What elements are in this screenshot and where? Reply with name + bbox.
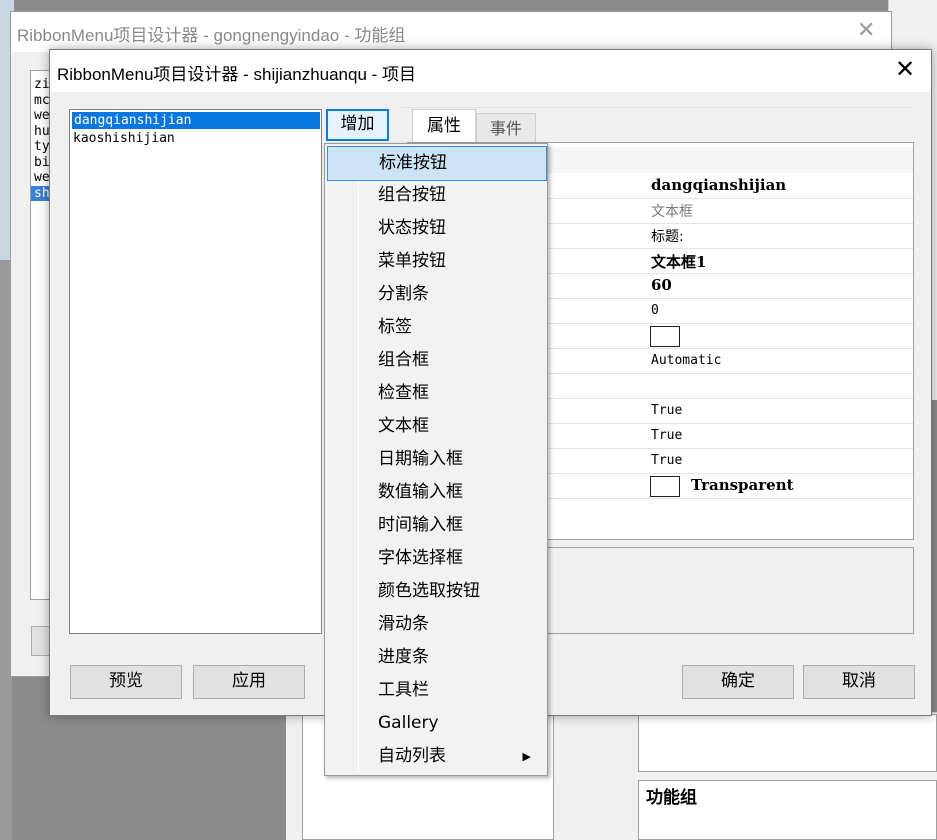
menu-item-label: 数值输入框 (378, 482, 463, 502)
color-swatch (650, 326, 680, 347)
preview-button[interactable]: 预览 (70, 665, 182, 699)
menu-item-label: 状态按钮 (378, 218, 446, 238)
property-value: 60 (651, 276, 672, 294)
menu-item-label: 日期输入框 (378, 449, 463, 469)
back-dialog-titlebar: RibbonMenu项目设计器 - gongnengyindao - 功能组 ✕ (11, 12, 891, 52)
apply-button[interactable]: 应用 (193, 665, 305, 699)
back-list-item[interactable]: we (34, 170, 50, 185)
menu-item-label: 工具栏 (378, 680, 429, 700)
back-list-item[interactable]: ty (34, 139, 50, 154)
menu-item-label: 组合框 (378, 350, 429, 370)
color-swatch (650, 476, 680, 497)
menu-item[interactable]: 日期输入框 (327, 443, 545, 476)
item-list-entry[interactable]: kaoshishijian (73, 130, 175, 147)
menu-item[interactable]: Gallery (327, 707, 545, 740)
menu-item[interactable]: 组合框 (327, 344, 545, 377)
menu-item[interactable]: 检查框 (327, 377, 545, 410)
property-value: Automatic (651, 353, 722, 368)
menu-item-label: 分割条 (378, 284, 429, 304)
menu-item[interactable]: 进度条 (327, 641, 545, 674)
property-value: Transparent (691, 476, 794, 494)
property-value: 0 (651, 303, 659, 318)
dialog-title: RibbonMenu项目设计器 - shijianzhuanqu - 项目 (57, 65, 417, 84)
menu-item-label: 时间输入框 (378, 515, 463, 535)
back-list-item[interactable]: zi (34, 77, 50, 92)
menu-item-label: Gallery (378, 713, 439, 733)
property-value: True (651, 428, 683, 443)
tab-properties[interactable]: 属性 (412, 109, 476, 143)
menu-item[interactable]: 标准按钮 (327, 146, 547, 181)
item-list[interactable]: dangqianshijian kaoshishijian (69, 109, 322, 634)
property-value: 文本框 (651, 204, 693, 220)
menu-item[interactable]: 菜单按钮 (327, 245, 545, 278)
tab-strip-divider (400, 107, 914, 108)
menu-item-label: 标准按钮 (379, 153, 447, 173)
back-list-item[interactable]: bi (34, 155, 50, 170)
menu-item-label: 自动列表 (378, 746, 446, 766)
menu-item[interactable]: 时间输入框 (327, 509, 545, 542)
property-value: 标题: (651, 229, 684, 245)
menu-item[interactable]: 文本框 (327, 410, 545, 443)
item-list-entry[interactable]: dangqianshijian (72, 112, 320, 129)
menu-item-label: 菜单按钮 (378, 251, 446, 271)
menu-item[interactable]: 自动列表 ▶ (327, 740, 545, 773)
back-list-item[interactable]: we (34, 108, 50, 123)
back-dialog-close-icon[interactable]: ✕ (857, 18, 875, 43)
back-dialog-button[interactable] (31, 626, 51, 656)
menu-item[interactable]: 组合按钮 (327, 179, 545, 212)
background-pane (638, 714, 937, 772)
background-function-group-label: 功能组 (646, 788, 697, 808)
close-icon[interactable]: ✕ (895, 55, 915, 83)
back-dialog-title: RibbonMenu项目设计器 - gongnengyindao - 功能组 (17, 26, 406, 45)
menu-item-label: 滑动条 (378, 614, 429, 634)
menu-item[interactable]: 工具栏 (327, 674, 545, 707)
menu-item[interactable]: 颜色选取按钮 (327, 575, 545, 608)
menu-item[interactable]: 数值输入框 (327, 476, 545, 509)
menu-item-label: 字体选择框 (378, 548, 463, 568)
menu-item[interactable]: 滑动条 (327, 608, 545, 641)
menu-item-label: 标签 (378, 317, 412, 337)
back-list-item[interactable]: hu (34, 124, 50, 139)
tab-events[interactable]: 事件 (476, 113, 536, 143)
menu-item-label: 颜色选取按钮 (378, 581, 480, 601)
menu-item-label: 进度条 (378, 647, 429, 667)
cancel-button[interactable]: 取消 (803, 665, 915, 699)
add-item-dropdown-menu: 标准按钮组合按钮状态按钮菜单按钮分割条标签组合框检查框文本框日期输入框数值输入框… (324, 143, 548, 776)
property-value: 文本框1 (651, 253, 707, 271)
menu-item[interactable]: 字体选择框 (327, 542, 545, 575)
submenu-arrow-icon: ▶ (522, 750, 531, 763)
property-value: True (651, 403, 683, 418)
menu-item[interactable]: 标签 (327, 311, 545, 344)
menu-item-label: 组合按钮 (378, 185, 446, 205)
back-list-item[interactable]: mc (34, 93, 50, 108)
menu-item-label: 文本框 (378, 416, 429, 436)
property-value: True (651, 453, 683, 468)
property-value: dangqianshijian (651, 176, 787, 194)
menu-item[interactable]: 分割条 (327, 278, 545, 311)
add-button[interactable]: 增加 (326, 109, 389, 141)
ok-button[interactable]: 确定 (682, 665, 794, 699)
menu-item[interactable]: 状态按钮 (327, 212, 545, 245)
menu-item-label: 检查框 (378, 383, 429, 403)
dialog-titlebar: RibbonMenu项目设计器 - shijianzhuanqu - 项目 ✕ (50, 50, 931, 92)
